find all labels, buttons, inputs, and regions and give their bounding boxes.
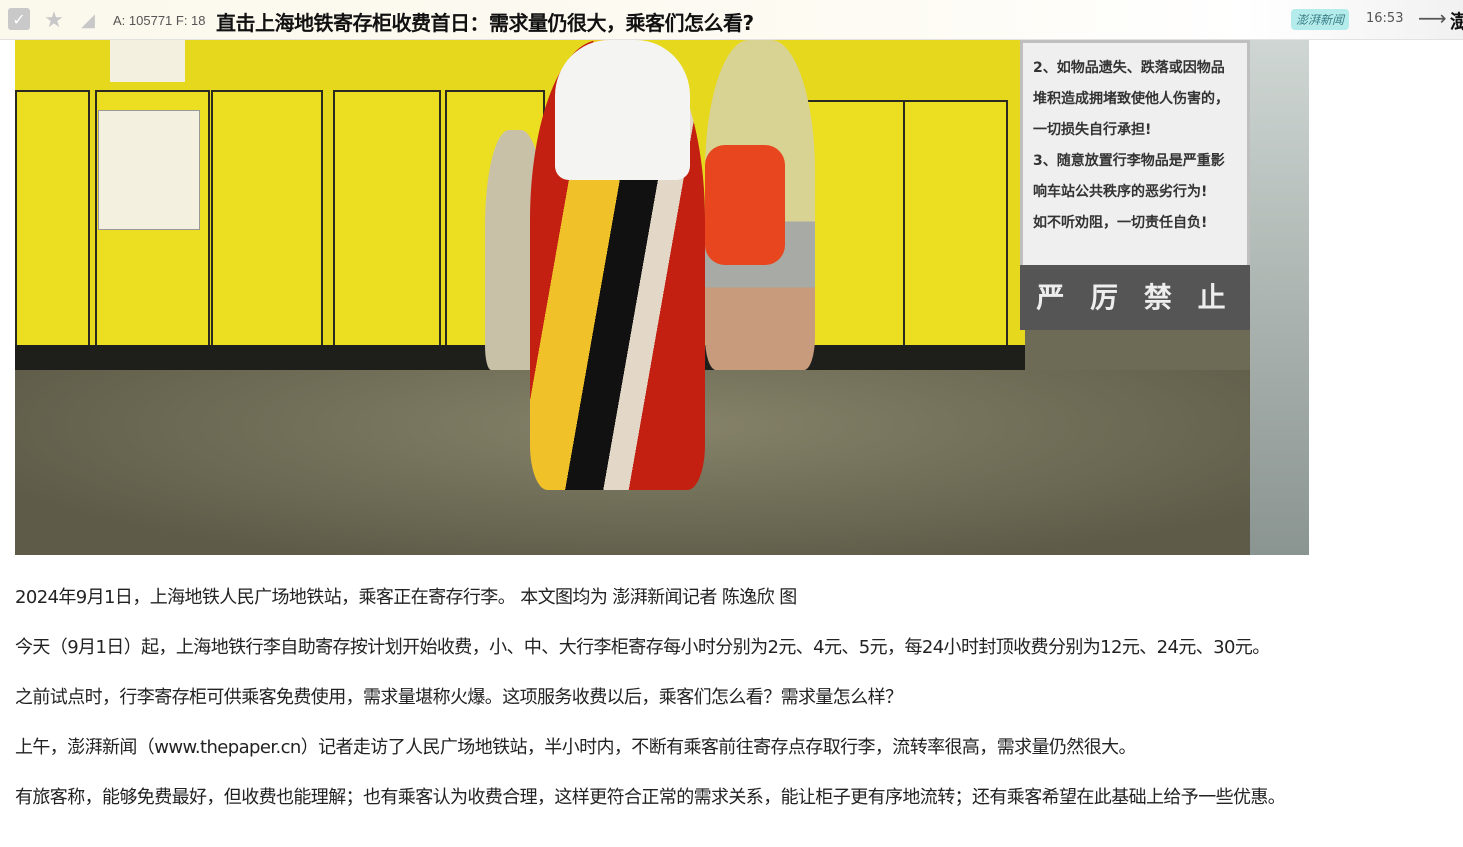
- sign-line: 堆积造成拥堵致使他人伤害的，: [1033, 91, 1229, 107]
- paragraph: 今天（9月1日）起，上海地铁行李自助寄存按计划开始收费，小、中、大行李柜寄存每小…: [15, 637, 1270, 658]
- photo-caption: 2024年9月1日，上海地铁人民广场地铁站，乘客正在寄存行李。 本文图均为 澎湃…: [15, 587, 797, 608]
- sign-line: 2、如物品遗失、跌落或因物品: [1033, 60, 1225, 76]
- article-header-bar: ✓ ★ ◢ A: 105771 F: 18 直击上海地铁寄存柜收费首日：需求量仍…: [0, 0, 1463, 40]
- timestamp: 16:53: [1366, 11, 1404, 26]
- sign-banner: 严 厉 禁 止: [1020, 265, 1250, 330]
- checkbox-icon[interactable]: ✓: [8, 8, 30, 30]
- sign-line: 一切损失自行承担!: [1033, 122, 1152, 138]
- paragraph: 有旅客称，能够免费最好，但收费也能理解；也有乘客认为收费合理，这样更符合正常的需…: [15, 787, 1286, 808]
- star-icon[interactable]: ★: [42, 8, 66, 33]
- article-meta: A: 105771 F: 18: [113, 13, 206, 28]
- paragraph: 上午，澎湃新闻（www.thepaper.cn）记者走访了人民广场地铁站，半小时…: [15, 737, 1137, 758]
- paragraph: 之前试点时，行李寄存柜可供乘客免费使用，需求量堪称火爆。这项服务收费以后，乘客们…: [15, 687, 903, 708]
- source-badge[interactable]: 澎湃新闻: [1291, 9, 1350, 30]
- rss-icon[interactable]: ◢: [76, 8, 100, 32]
- sign-line: 3、随意放置行李物品是严重影: [1033, 153, 1225, 169]
- sign-line: 如不听劝阻，一切责任自负!: [1033, 215, 1208, 231]
- site-logo: 澎湃: [1450, 11, 1463, 33]
- article-photo: 2、如物品遗失、跌落或因物品 堆积造成拥堵致使他人伤害的， 一切损失自行承担! …: [15, 40, 1309, 555]
- sign-line: 响车站公共秩序的恶劣行为!: [1033, 184, 1208, 200]
- article-title[interactable]: 直击上海地铁寄存柜收费首日：需求量仍很大，乘客们怎么看?: [216, 7, 754, 36]
- arrow-right-icon[interactable]: ⟶: [1418, 6, 1447, 30]
